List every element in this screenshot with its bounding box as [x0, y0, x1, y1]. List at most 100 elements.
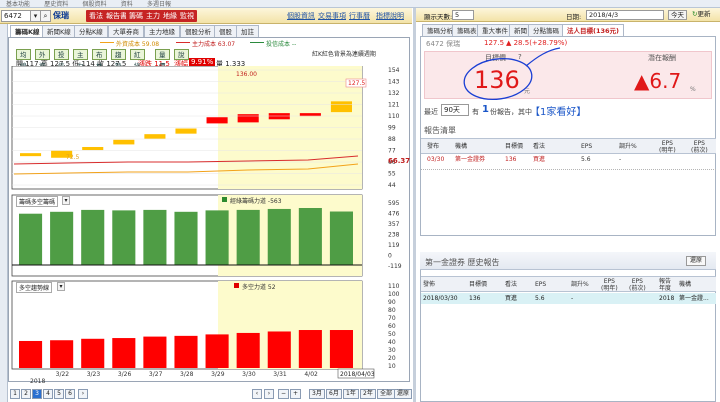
chip-bar[interactable]: [205, 210, 229, 265]
days-select[interactable]: 5: [452, 10, 474, 20]
tab-big-broker[interactable]: 大單券商: [108, 25, 144, 37]
redgreen-k-button[interactable]: 紅綠K: [130, 49, 145, 81]
chip-bar[interactable]: [143, 209, 167, 265]
tab-institutional-target[interactable]: 法人目標(136元): [562, 24, 625, 36]
kline-chart[interactable]: 154143132121110998877665544 136.00 127.5…: [8, 66, 413, 384]
trend-bar[interactable]: [174, 335, 198, 368]
trend-button[interactable]: 趨勢: [111, 49, 126, 70]
chip-bar[interactable]: [236, 209, 260, 265]
indicator-help-link[interactable]: 指標說明: [376, 11, 404, 21]
column-header[interactable]: 報告 年度: [659, 278, 671, 292]
chip-panel-dropdown-icon[interactable]: ▾: [62, 196, 70, 205]
date-input[interactable]: 2018/4/3: [586, 10, 664, 20]
page-button[interactable]: 5: [54, 389, 64, 399]
column-header[interactable]: EPS: [535, 281, 546, 288]
price-candle[interactable]: [206, 117, 228, 124]
period-6m-button[interactable]: 6月: [326, 389, 342, 399]
trend-bar[interactable]: [298, 330, 322, 368]
pane-divider[interactable]: [413, 8, 416, 402]
column-header[interactable]: 發佈: [423, 281, 435, 288]
recent-days-select[interactable]: 90天: [441, 104, 469, 116]
chip-bar[interactable]: [19, 213, 43, 265]
column-header[interactable]: EPS (前次): [691, 140, 708, 154]
price-candle[interactable]: [237, 114, 259, 123]
tab-branch-kline[interactable]: 分點K線: [74, 25, 108, 37]
trend-bar[interactable]: [236, 332, 260, 368]
period-all-button[interactable]: 全部: [377, 389, 396, 399]
price-candle[interactable]: [330, 101, 352, 113]
column-header[interactable]: EPS (前次): [629, 278, 646, 292]
history-restore-button[interactable]: 還原: [686, 256, 707, 266]
trust-button[interactable]: 投信: [54, 49, 69, 70]
tab-branch-chip[interactable]: 分點籌碼: [528, 24, 564, 36]
column-header[interactable]: 調升%: [619, 143, 637, 150]
column-header[interactable]: 調升%: [571, 281, 589, 288]
scroll-right-icon[interactable]: ›: [264, 389, 274, 399]
column-header[interactable]: 機構: [679, 281, 691, 288]
chip-bar[interactable]: [267, 208, 291, 265]
page-button[interactable]: 4: [43, 389, 53, 399]
trend-bar[interactable]: [50, 340, 74, 368]
stock-info-link[interactable]: 個股資訊: [287, 11, 315, 21]
monitor-button[interactable]: 監視: [177, 10, 197, 22]
trade-events-link[interactable]: 交易事項: [318, 11, 346, 21]
trend-bar[interactable]: [81, 338, 105, 368]
column-header[interactable]: EPS: [581, 143, 592, 150]
chip-bar[interactable]: [112, 210, 136, 265]
chip-panel-title[interactable]: 籌碼多空籌碼: [16, 196, 59, 207]
column-header[interactable]: 發布: [427, 143, 439, 150]
trend-panel-dropdown-icon[interactable]: ▾: [57, 282, 65, 291]
tab-stock[interactable]: 個股: [214, 25, 237, 37]
tab-major-events[interactable]: 重大事件: [477, 24, 513, 36]
period-2y-button[interactable]: 2年: [360, 389, 376, 399]
calendar-link[interactable]: 行事曆: [349, 11, 370, 21]
column-header[interactable]: EPS (明年): [659, 140, 676, 154]
chip-bar[interactable]: [174, 211, 198, 265]
bollinger-button[interactable]: 布林: [92, 49, 107, 70]
tab-annotate[interactable]: 加註: [236, 25, 259, 37]
trend-bar[interactable]: [112, 338, 136, 368]
tab-news-kline[interactable]: 新聞K線: [42, 25, 76, 37]
tab-stock-analysis[interactable]: 個股分析: [180, 25, 216, 37]
column-header[interactable]: 目標價: [505, 143, 523, 150]
price-candle[interactable]: [20, 153, 42, 157]
main-button[interactable]: 主力: [73, 49, 88, 70]
search-icon[interactable]: ⌕: [40, 10, 51, 22]
page-button[interactable]: 6: [65, 389, 75, 399]
today-button[interactable]: 今天: [668, 10, 687, 20]
chip-bar[interactable]: [81, 209, 105, 265]
price-candle[interactable]: [299, 113, 321, 117]
foreign-button[interactable]: 外資: [35, 49, 50, 70]
trend-bar[interactable]: [329, 330, 353, 368]
zoom-in-icon[interactable]: +: [290, 389, 302, 399]
trend-bar[interactable]: [19, 340, 43, 368]
chip-bar[interactable]: [298, 208, 322, 265]
refresh-button[interactable]: ↻更新: [690, 10, 712, 20]
column-header[interactable]: 看法: [505, 281, 517, 288]
price-candle[interactable]: [144, 134, 166, 139]
column-header[interactable]: 目標價: [469, 281, 487, 288]
trend-bar[interactable]: [143, 336, 167, 368]
scroll-left-icon[interactable]: ‹: [252, 389, 262, 399]
trend-bar[interactable]: [267, 331, 291, 368]
zoom-out-icon[interactable]: −: [278, 389, 290, 399]
trend-bar[interactable]: [205, 334, 229, 368]
restore-button[interactable]: 還原: [394, 389, 413, 399]
tab-chip-kline[interactable]: 籌碼K線: [10, 25, 45, 37]
page-button-selected[interactable]: 3: [32, 389, 42, 399]
price-candle[interactable]: [113, 139, 135, 145]
column-header[interactable]: EPS (明年): [601, 278, 618, 292]
price-candle[interactable]: [82, 146, 104, 151]
help-button[interactable]: 說: [174, 49, 189, 60]
tab-main-region[interactable]: 主力地緣: [144, 25, 180, 37]
column-header[interactable]: 看法: [533, 143, 545, 150]
page-button[interactable]: 2: [21, 389, 31, 399]
volume-price-button[interactable]: 量價: [155, 49, 170, 70]
ma-button[interactable]: 均線: [16, 49, 31, 70]
column-header[interactable]: 機構: [455, 143, 467, 150]
next-page-icon[interactable]: ›: [78, 389, 88, 399]
page-button[interactable]: 1: [10, 389, 20, 399]
period-1y-button[interactable]: 1年: [343, 389, 359, 399]
period-3m-button[interactable]: 3月: [309, 389, 325, 399]
price-candle[interactable]: [175, 128, 197, 134]
